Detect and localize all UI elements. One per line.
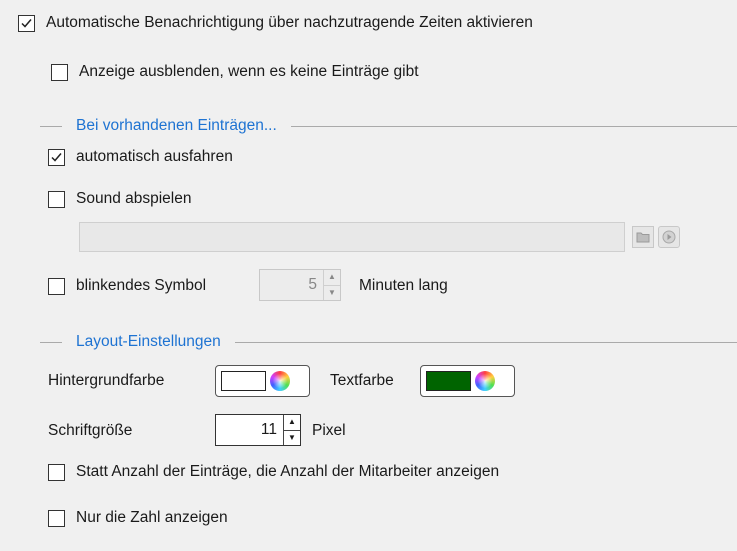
enable-notification-label: Automatische Benachrichtigung über nachz…	[46, 14, 533, 31]
hide-when-empty-label: Anzeige ausblenden, wenn es keine Einträ…	[79, 63, 419, 80]
chevron-down-icon[interactable]: ▼	[324, 284, 340, 301]
font-size-unit: Pixel	[312, 422, 346, 439]
hide-when-empty-checkbox[interactable]	[51, 63, 68, 81]
enable-notification-option[interactable]: Automatische Benachrichtigung über nachz…	[18, 14, 533, 32]
entries-section-header: Bei vorhandenen Einträgen...	[40, 116, 737, 136]
number-only-checkbox[interactable]	[48, 509, 65, 527]
checkmark-icon	[21, 18, 32, 28]
blink-symbol-checkbox[interactable]	[48, 277, 65, 295]
text-color-picker[interactable]	[420, 365, 515, 397]
play-sound-option[interactable]: Sound abspielen	[48, 190, 192, 208]
play-icon	[662, 230, 676, 244]
play-sound-checkbox[interactable]	[48, 190, 65, 208]
font-size-value: 11	[260, 421, 277, 438]
sound-file-input[interactable]	[79, 222, 625, 252]
folder-icon	[636, 232, 650, 243]
show-employees-option[interactable]: Statt Anzahl der Einträge, die Anzahl de…	[48, 463, 499, 481]
layout-section-title: Layout-Einstellungen	[76, 333, 221, 350]
show-employees-label: Statt Anzahl der Einträge, die Anzahl de…	[76, 463, 500, 480]
checkmark-icon	[51, 152, 62, 162]
section-dash	[40, 125, 62, 127]
chevron-up-icon[interactable]: ▲	[324, 270, 340, 285]
show-employees-checkbox[interactable]	[48, 463, 65, 481]
entries-section-title: Bei vorhandenen Einträgen...	[76, 117, 277, 134]
play-sound-label: Sound abspielen	[76, 190, 192, 207]
auto-expand-label: automatisch ausfahren	[76, 148, 233, 165]
section-dash	[40, 341, 62, 343]
hide-when-empty-option[interactable]: Anzeige ausblenden, wenn es keine Einträ…	[51, 63, 419, 81]
auto-expand-option[interactable]: automatisch ausfahren	[48, 148, 233, 166]
section-separator	[234, 341, 737, 343]
chevron-up-icon[interactable]: ▲	[284, 415, 300, 430]
enable-notification-checkbox[interactable]	[18, 14, 35, 32]
play-sound-button[interactable]	[658, 226, 680, 248]
color-wheel-icon	[475, 371, 495, 391]
number-only-label: Nur die Zahl anzeigen	[76, 509, 228, 526]
color-wheel-icon	[270, 371, 290, 391]
browse-sound-button[interactable]	[632, 226, 654, 248]
blink-symbol-option[interactable]: blinkendes Symbol	[48, 277, 206, 295]
blink-minutes-suffix: Minuten lang	[359, 277, 448, 294]
font-size-label: Schriftgröße	[48, 422, 133, 439]
section-separator	[290, 125, 737, 127]
number-only-option[interactable]: Nur die Zahl anzeigen	[48, 509, 228, 527]
chevron-down-icon[interactable]: ▼	[284, 429, 300, 446]
text-color-swatch	[426, 371, 471, 391]
blink-symbol-label: blinkendes Symbol	[76, 277, 207, 294]
background-color-swatch	[221, 371, 266, 391]
layout-section-header: Layout-Einstellungen	[40, 332, 737, 352]
background-color-label: Hintergrundfarbe	[48, 372, 165, 389]
text-color-label: Textfarbe	[330, 372, 394, 389]
font-size-stepper[interactable]: 11 ▲ ▼	[215, 414, 301, 446]
blink-minutes-stepper[interactable]: 5 ▲ ▼	[259, 269, 341, 301]
background-color-picker[interactable]	[215, 365, 310, 397]
auto-expand-checkbox[interactable]	[48, 148, 65, 166]
blink-minutes-value: 5	[308, 276, 317, 293]
